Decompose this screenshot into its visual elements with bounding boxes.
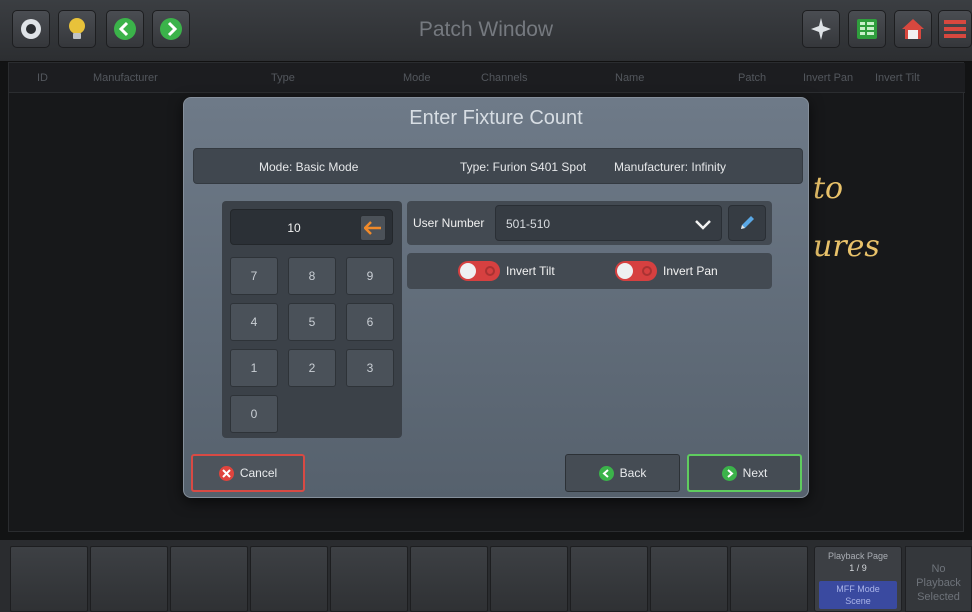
close-icon xyxy=(218,465,234,481)
toggle-off-indicator xyxy=(485,266,495,276)
toggle-off-indicator xyxy=(642,266,652,276)
mff-mode-label: MFF Mode xyxy=(836,584,880,594)
back-button[interactable]: Back xyxy=(565,454,680,492)
playback-slot[interactable] xyxy=(170,546,248,612)
keypad-value: 10 xyxy=(287,221,301,235)
next-button[interactable]: Next xyxy=(687,454,802,492)
grid-icon xyxy=(857,19,877,39)
mff-mode-button[interactable]: MFF Mode Scene xyxy=(819,581,897,609)
cancel-label: Cancel xyxy=(239,466,278,480)
column-header-mode[interactable]: Mode xyxy=(403,72,431,84)
chevron-right-icon xyxy=(721,465,737,481)
key-6[interactable]: 6 xyxy=(346,303,394,341)
column-header-id[interactable]: ID xyxy=(37,72,48,84)
no-playback-selected: No Playback Selected xyxy=(905,546,972,612)
numeric-keypad: 10 7 8 9 4 5 6 1 2 3 0 xyxy=(222,201,402,438)
key-5[interactable]: 5 xyxy=(288,303,336,341)
playback-page-label: Playback Page xyxy=(827,551,889,561)
home-button[interactable] xyxy=(894,10,932,48)
playback-page-selector[interactable]: Playback Page 1 / 9 MFF Mode Scene xyxy=(814,546,902,612)
column-header-name[interactable]: Name xyxy=(615,72,644,84)
user-number-panel: User Number 501-510 xyxy=(407,201,772,245)
invert-pan-toggle[interactable] xyxy=(615,261,657,281)
playback-slot[interactable] xyxy=(250,546,328,612)
playback-page-value: 1 / 9 xyxy=(849,563,867,573)
key-8[interactable]: 8 xyxy=(288,257,336,295)
column-header-type[interactable]: Type xyxy=(271,72,295,84)
column-header-invert-tilt[interactable]: Invert Tilt xyxy=(875,72,920,84)
column-header-channels[interactable]: Channels xyxy=(481,72,527,84)
invert-tilt-toggle[interactable] xyxy=(458,261,500,281)
playback-slot[interactable] xyxy=(650,546,728,612)
no-playback-line-3: Selected xyxy=(917,591,960,603)
fixture-count-dialog: Enter Fixture Count Mode: Basic Mode Typ… xyxy=(183,97,809,498)
no-playback-line-2: Playback xyxy=(916,577,961,589)
toggle-knob xyxy=(460,263,476,279)
mode-info: Mode: Basic Mode xyxy=(259,160,359,174)
key-7[interactable]: 7 xyxy=(230,257,278,295)
backspace-arrow-icon xyxy=(364,221,381,235)
menu-button[interactable] xyxy=(938,10,972,48)
dialog-title: Enter Fixture Count xyxy=(409,107,583,129)
cancel-button[interactable]: Cancel xyxy=(191,454,305,492)
background-hint-text-1: to xyxy=(813,171,844,206)
playback-slot[interactable] xyxy=(730,546,808,612)
key-1[interactable]: 1 xyxy=(230,349,278,387)
playback-slot[interactable] xyxy=(90,546,168,612)
table-header: ID Manufacturer Type Mode Channels Name … xyxy=(9,63,965,93)
app-root: Patch Window ID Manufacturer Type Mode C… xyxy=(0,0,972,612)
invert-toggles-panel: Invert Tilt Invert Pan xyxy=(407,253,772,289)
manufacturer-info: Manufacturer: Infinity xyxy=(614,160,727,174)
playback-strip: Playback Page 1 / 9 MFF Mode Scene No Pl… xyxy=(0,540,972,612)
key-2[interactable]: 2 xyxy=(288,349,336,387)
wizard-button[interactable] xyxy=(802,10,840,48)
keypad-display[interactable]: 10 xyxy=(230,209,393,245)
top-bar: Patch Window xyxy=(0,0,972,62)
user-number-value: 501-510 xyxy=(506,217,551,231)
background-hint-text-2: ures xyxy=(813,229,880,264)
column-header-invert-pan[interactable]: Invert Pan xyxy=(803,72,853,84)
playback-slot[interactable] xyxy=(330,546,408,612)
chevron-left-icon xyxy=(598,465,614,481)
user-number-label: User Number xyxy=(413,216,485,230)
magic-wand-icon xyxy=(811,18,831,40)
chevron-down-icon xyxy=(695,220,711,230)
playback-slot[interactable] xyxy=(570,546,648,612)
key-4[interactable]: 4 xyxy=(230,303,278,341)
type-info: Type: Furion S401 Spot xyxy=(460,160,587,174)
fixture-info-bar: Mode: Basic Mode Type: Furion S401 Spot … xyxy=(193,148,803,184)
menu-icon xyxy=(944,20,966,38)
key-3[interactable]: 3 xyxy=(346,349,394,387)
edit-user-number-button[interactable] xyxy=(728,205,766,241)
column-header-manufacturer[interactable]: Manufacturer xyxy=(93,72,158,84)
backspace-button[interactable] xyxy=(360,215,386,241)
column-header-patch[interactable]: Patch xyxy=(738,72,766,84)
mff-mode-value: Scene xyxy=(845,596,871,606)
toggle-knob xyxy=(617,263,633,279)
key-0[interactable]: 0 xyxy=(230,395,278,433)
invert-pan-label: Invert Pan xyxy=(663,264,718,278)
playback-slot[interactable] xyxy=(410,546,488,612)
key-9[interactable]: 9 xyxy=(346,257,394,295)
next-label: Next xyxy=(742,466,768,480)
playback-slot[interactable] xyxy=(490,546,568,612)
user-number-select[interactable]: 501-510 xyxy=(495,205,722,241)
no-playback-line-1: No xyxy=(931,563,946,575)
back-label: Back xyxy=(619,466,647,480)
home-icon xyxy=(902,19,924,39)
playback-slot[interactable] xyxy=(10,546,88,612)
grid-button[interactable] xyxy=(848,10,886,48)
pencil-icon xyxy=(741,216,754,229)
invert-tilt-label: Invert Tilt xyxy=(506,264,555,278)
